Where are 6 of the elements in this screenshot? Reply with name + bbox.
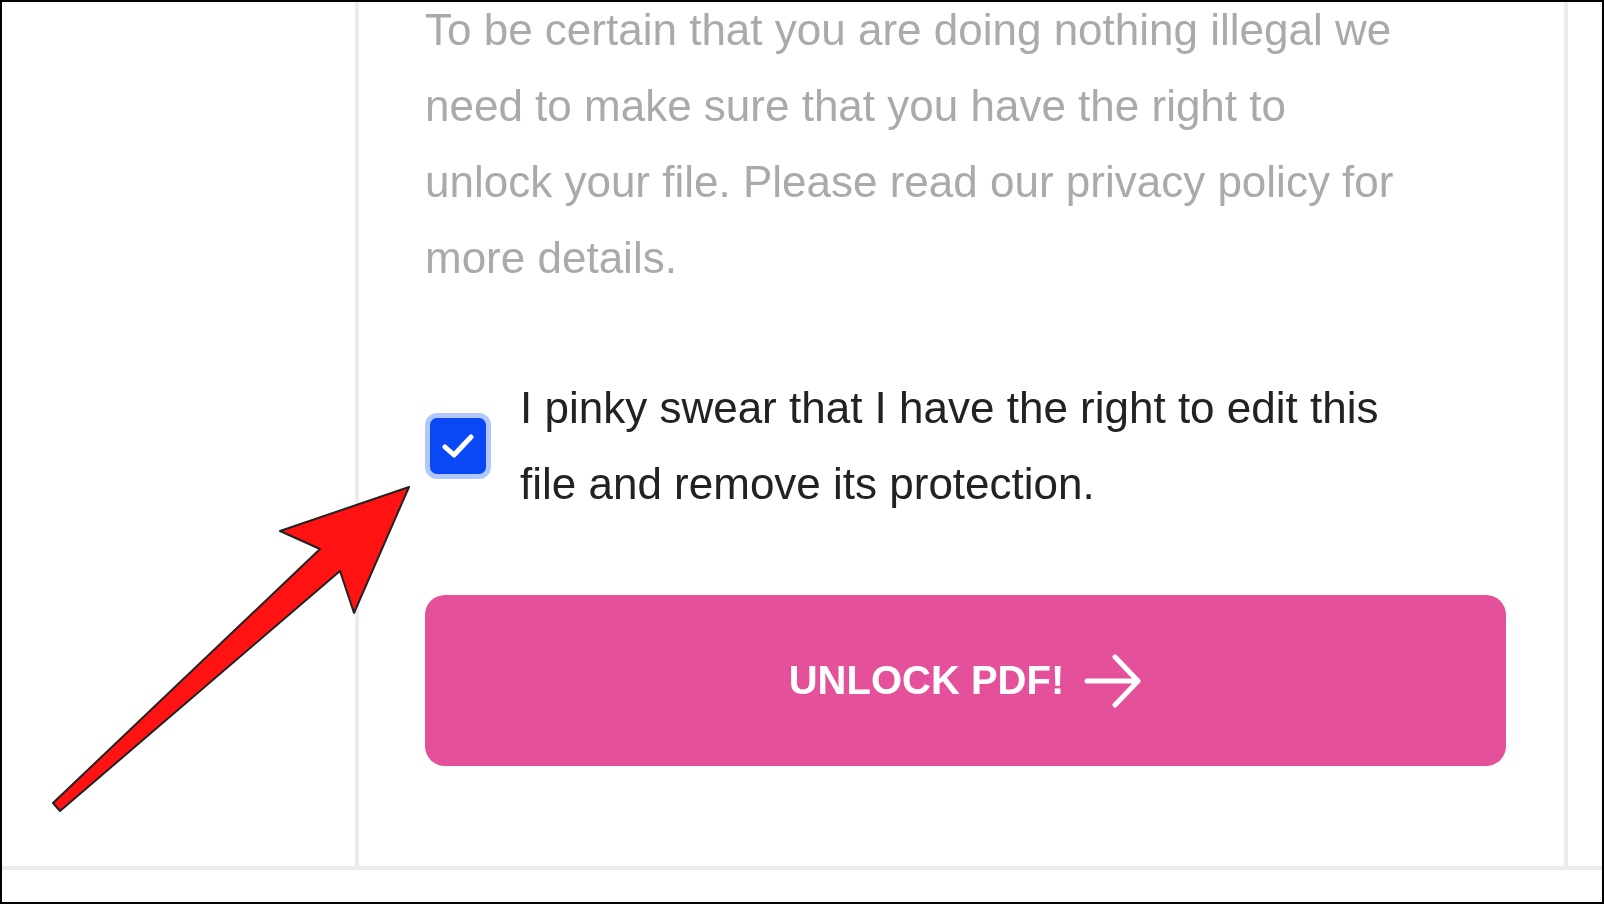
arrow-right-icon: [1084, 653, 1143, 708]
check-icon: [442, 433, 474, 459]
consent-checkbox[interactable]: [425, 413, 491, 479]
consent-label: I pinky swear that I have the right to edit this file and remove its protection.: [520, 382, 1380, 510]
notice-text: To be certain that you are doing nothing illegal we need to make sure that you have the right to unlock your file. Please read our privacy policy for more details.: [425, 4, 1395, 284]
unlock-pdf-button[interactable]: UNLOCK PDF!: [425, 595, 1506, 766]
